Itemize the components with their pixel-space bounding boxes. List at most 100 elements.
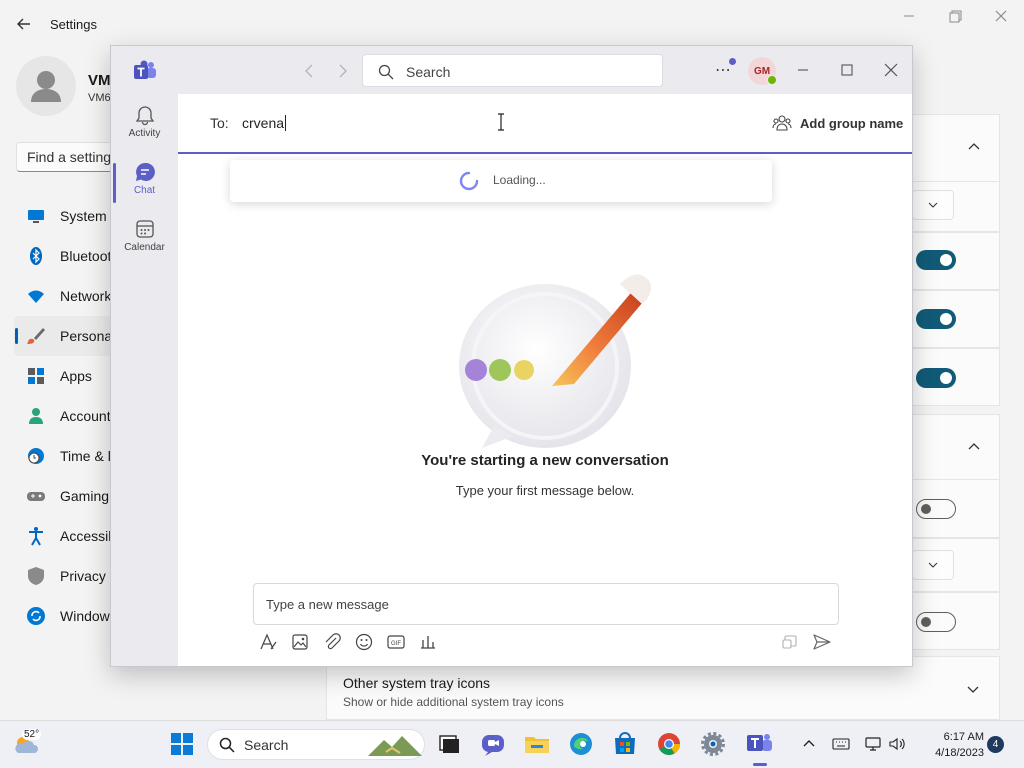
maximize-icon[interactable] bbox=[836, 60, 858, 80]
sidebar-item-privacy[interactable]: Privacy & security bbox=[14, 556, 124, 596]
suggestions-dropdown: Loading... bbox=[230, 160, 772, 202]
compose-toolbar: GIF bbox=[257, 631, 847, 655]
rail-item-calendar[interactable]: Calendar bbox=[111, 212, 178, 268]
clock-time: 6:17 AM bbox=[943, 731, 984, 743]
update-icon bbox=[27, 607, 45, 625]
recipient-input[interactable]: crvena bbox=[242, 115, 287, 131]
setting-dropdown[interactable] bbox=[912, 550, 954, 580]
wifi-icon bbox=[28, 290, 44, 303]
sidebar-item-windows-update[interactable]: Windows Update bbox=[14, 596, 124, 636]
attach-icon[interactable] bbox=[321, 631, 343, 653]
send-icon[interactable] bbox=[811, 631, 833, 653]
chat-icon bbox=[135, 162, 155, 181]
sidebar-item-accessibility[interactable]: Accessibility bbox=[14, 516, 124, 556]
settings-card bbox=[912, 414, 1000, 480]
restore-icon[interactable] bbox=[940, 8, 970, 28]
clock-globe-icon bbox=[28, 448, 44, 464]
poll-icon[interactable] bbox=[417, 631, 439, 653]
sidebar-item-gaming[interactable]: Gaming bbox=[14, 476, 124, 516]
profile-name: VM bbox=[88, 72, 111, 89]
notification-dot bbox=[729, 58, 736, 65]
settings-title: Settings bbox=[50, 17, 97, 32]
back-arrow-icon[interactable] bbox=[14, 14, 34, 34]
chrome-browser-icon[interactable] bbox=[654, 729, 684, 759]
rail-item-label: Activity bbox=[128, 128, 161, 139]
rail-item-label: Chat bbox=[133, 185, 156, 196]
setting-toggle[interactable] bbox=[916, 250, 956, 270]
text-cursor-icon bbox=[498, 113, 504, 131]
to-recipient-bar[interactable]: To: crvena Add group name bbox=[178, 94, 912, 154]
teams-app-icon[interactable] bbox=[744, 729, 774, 759]
chevron-up-icon[interactable] bbox=[964, 136, 984, 156]
close-icon[interactable] bbox=[880, 60, 902, 80]
settings-gear-icon[interactable] bbox=[698, 729, 728, 759]
image-icon[interactable] bbox=[289, 631, 311, 653]
message-compose-input[interactable]: Type a new message bbox=[253, 583, 839, 625]
add-group-name-button[interactable]: Add group name bbox=[772, 114, 903, 132]
taskbar-search-label: Search bbox=[244, 737, 289, 753]
new-conversation-illustration bbox=[459, 274, 651, 448]
settings-sidebar: System Bluetooth & devices Network & int… bbox=[14, 196, 124, 636]
sidebar-item-bluetooth[interactable]: Bluetooth & devices bbox=[14, 236, 124, 276]
start-windows-icon[interactable] bbox=[167, 729, 197, 759]
file-explorer-icon[interactable] bbox=[522, 729, 552, 759]
rail-item-label: Calendar bbox=[124, 242, 165, 253]
avatar[interactable] bbox=[16, 56, 76, 116]
setting-toggle[interactable] bbox=[916, 499, 956, 519]
taskbar-search[interactable]: Search bbox=[207, 729, 425, 760]
active-app-indicator bbox=[753, 763, 767, 766]
chevron-up-icon[interactable] bbox=[800, 735, 818, 753]
setting-toggle[interactable] bbox=[916, 368, 956, 388]
emoji-icon[interactable] bbox=[353, 631, 375, 653]
loop-component-icon[interactable] bbox=[779, 631, 801, 653]
sidebar-item-label: Gaming bbox=[60, 488, 110, 504]
edge-browser-icon[interactable] bbox=[566, 729, 596, 759]
settings-titlebar: Settings bbox=[0, 0, 1024, 48]
microsoft-store-icon[interactable] bbox=[610, 729, 640, 759]
teams-app-rail: Activity Chat Calendar bbox=[111, 94, 178, 666]
task-view-icon[interactable] bbox=[434, 729, 464, 759]
system-clock[interactable]: 6:17 AM 4/18/2023 bbox=[918, 729, 984, 761]
search-highlight-icon bbox=[368, 736, 422, 756]
volume-icon[interactable] bbox=[888, 735, 906, 753]
conversation-title: You're starting a new conversation bbox=[421, 452, 669, 469]
loading-text: Loading... bbox=[493, 173, 546, 187]
shield-icon bbox=[28, 567, 44, 585]
teams-logo-icon bbox=[134, 60, 156, 79]
tray-row-title: Other system tray icons bbox=[343, 675, 491, 691]
gif-icon[interactable]: GIF bbox=[385, 631, 407, 653]
rail-item-activity[interactable]: Activity bbox=[111, 98, 178, 154]
teams-search-input[interactable]: Search bbox=[362, 54, 663, 87]
minimize-icon[interactable] bbox=[894, 8, 924, 28]
sidebar-item-personalization[interactable]: Personalization bbox=[14, 316, 124, 356]
teams-chat-icon[interactable] bbox=[478, 729, 508, 759]
keyboard-icon[interactable] bbox=[832, 735, 850, 753]
clock-date: 4/18/2023 bbox=[935, 747, 984, 759]
sidebar-item-network[interactable]: Network & internet bbox=[14, 276, 124, 316]
sidebar-item-time-language[interactable]: Time & language bbox=[14, 436, 124, 476]
search-icon bbox=[378, 64, 394, 80]
close-icon[interactable] bbox=[986, 8, 1016, 28]
setting-toggle[interactable] bbox=[916, 309, 956, 329]
format-icon[interactable] bbox=[257, 631, 279, 653]
forward-arrow-icon[interactable] bbox=[333, 62, 351, 80]
sidebar-item-accounts[interactable]: Accounts bbox=[14, 396, 124, 436]
back-arrow-icon[interactable] bbox=[301, 62, 319, 80]
notification-count-badge[interactable]: 4 bbox=[987, 736, 1004, 753]
new-chat-pane: To: crvena Add group name Loading... You… bbox=[178, 94, 912, 666]
compose-placeholder: Type a new message bbox=[266, 597, 389, 612]
add-group-name-label: Add group name bbox=[800, 115, 904, 131]
minimize-icon[interactable] bbox=[792, 60, 814, 80]
sidebar-item-label: System bbox=[60, 208, 107, 224]
loading-spinner-icon bbox=[459, 171, 479, 191]
chevron-down-icon[interactable] bbox=[965, 681, 981, 697]
setting-toggle[interactable] bbox=[916, 612, 956, 632]
rail-item-chat[interactable]: Chat bbox=[111, 155, 178, 211]
sidebar-item-apps[interactable]: Apps bbox=[14, 356, 124, 396]
search-placeholder: Search bbox=[406, 64, 451, 80]
network-monitor-icon[interactable] bbox=[864, 735, 882, 753]
sidebar-item-system[interactable]: System bbox=[14, 196, 124, 236]
setting-dropdown[interactable] bbox=[912, 190, 954, 220]
teams-window: Search ⋯ GM Activity Chat Calendar To: c… bbox=[110, 45, 913, 667]
chevron-up-icon[interactable] bbox=[964, 436, 984, 456]
